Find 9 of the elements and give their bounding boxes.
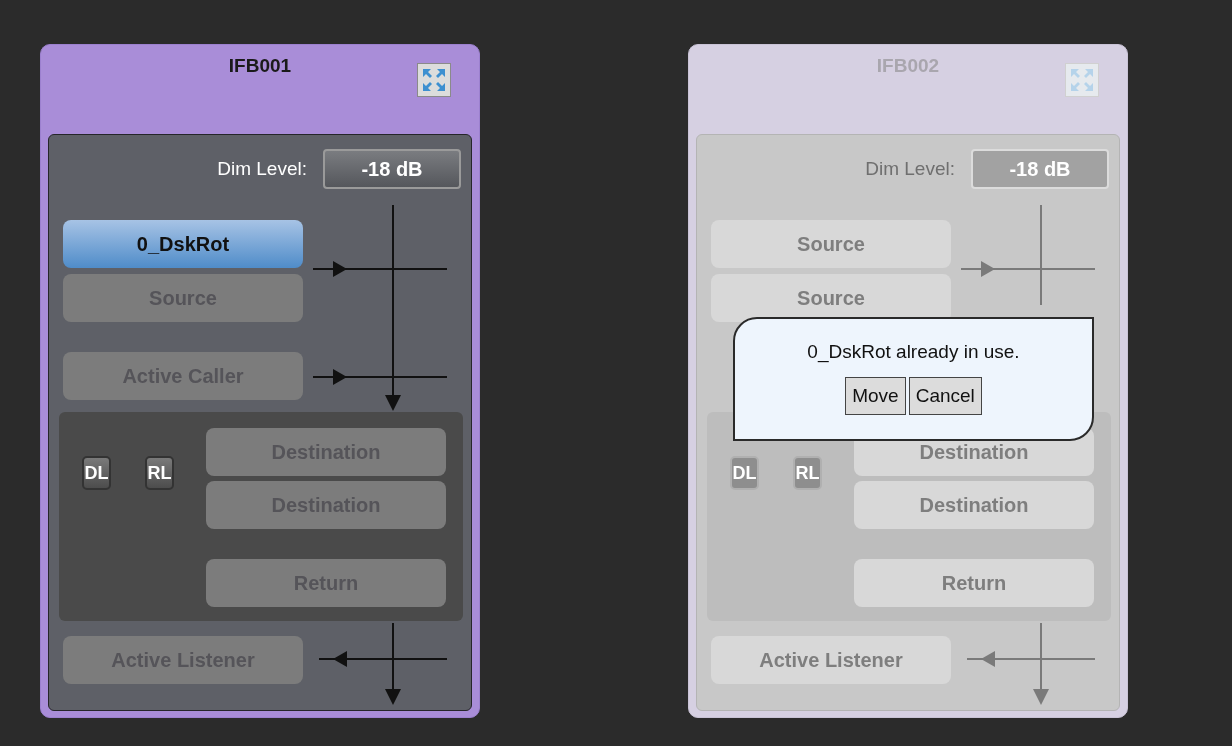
mode-toggle[interactable]: RL bbox=[145, 456, 174, 490]
dim-level-label: Dim Level: bbox=[865, 158, 955, 180]
expand-icon[interactable] bbox=[417, 63, 451, 97]
panel-title: IFB001 bbox=[228, 55, 292, 78]
mode-toggle[interactable]: DL bbox=[82, 456, 111, 490]
popup-message: 0_DskRot already in use. bbox=[807, 341, 1020, 363]
dim-level-label: Dim Level: bbox=[217, 158, 307, 180]
source-button[interactable]: 0_DskRot bbox=[63, 220, 303, 268]
dim-level-field[interactable]: -18 dB bbox=[323, 149, 461, 189]
